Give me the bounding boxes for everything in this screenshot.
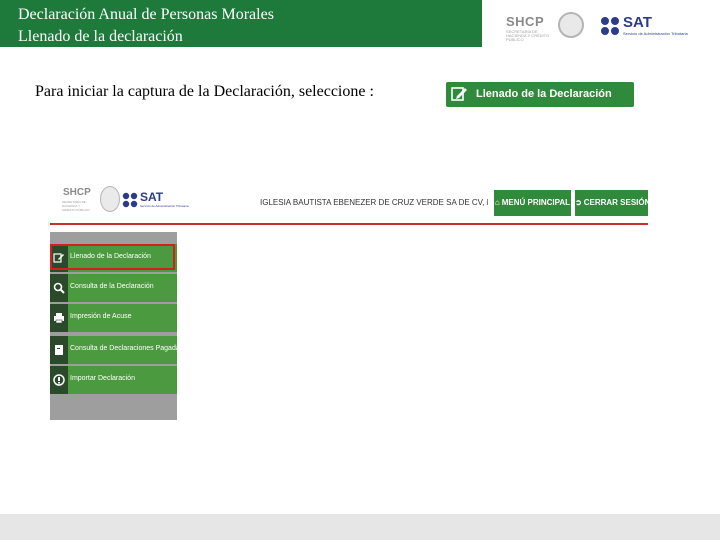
cerrar-sesion-button[interactable]: ➲ CERRAR SESIÓN [575,190,651,216]
shcp-logo-subtitle: SECRETARÍA DE HACIENDA Y CRÉDITO PÚBLICO [506,29,550,42]
footer-bar [0,514,720,540]
shcp-logo: SHCP [506,14,545,29]
logout-icon: ➲ [575,198,582,207]
sat-logo-subtitle: Servicio de Administración Tributaria [623,31,688,36]
edit-icon [451,87,467,101]
sat-logo: SAT [140,190,164,204]
menu-item-declaraciones-pagadas[interactable]: Consulta de Declaraciones Pagadas [50,336,183,364]
taxpayer-name: IGLESIA BAUTISTA EBENEZER DE CRUZ VERDE … [260,198,488,207]
sat-logo-icon [601,17,619,35]
menu-item-label: Consulta de Declaraciones Pagadas [70,345,184,352]
menu-item-label: Importar Declaración [70,375,135,382]
menu-principal-label: MENÚ PRINCIPAL [501,198,571,207]
header-logos: SHCP SECRETARÍA DE HACIENDA Y CRÉDITO PÚ… [482,0,720,47]
header-divider [50,223,648,225]
app-header: SHCP SECRETARÍA DE HACIENDA Y CRÉDITO PÚ… [50,183,650,223]
shcp-logo: SHCP [63,187,91,198]
menu-item-importar[interactable]: Importar Declaración [50,366,177,394]
page-title: Declaración Anual de Personas Morales [18,6,274,23]
instruction-text: Para iniciar la captura de la Declaració… [35,83,374,100]
sat-logo-subtitle: Servicio de Administración Tributaria [140,204,189,208]
menu-item-label: Consulta de la Declaración [70,283,154,290]
llenado-declaracion-label: Llenado de la Declaración [476,88,612,100]
menu-item-consulta[interactable]: Consulta de la Declaración [50,274,177,302]
cerrar-sesion-label: CERRAR SESIÓN [583,198,651,207]
printer-icon [54,313,64,324]
shcp-logo-subtitle: SECRETARÍA DE HACIENDA Y CRÉDITO PÚBLICO [62,200,90,212]
title-banner: Declaración Anual de Personas Morales Ll… [0,0,482,47]
page-subtitle: Llenado de la declaración [18,28,183,45]
selection-highlight [50,244,175,270]
llenado-declaracion-button[interactable]: Llenado de la Declaración [446,82,634,107]
mexico-seal-icon [100,186,120,212]
import-icon [53,374,65,386]
sat-logo-icon [122,192,138,208]
mexico-seal-icon [558,12,584,38]
home-icon: ⌂ [494,198,500,207]
menu-item-label: Impresión de Acuse [70,313,132,320]
document-icon [55,345,63,355]
menu-principal-button[interactable]: ⌂ MENÚ PRINCIPAL [494,190,571,216]
search-icon [53,282,65,294]
menu-item-impresion[interactable]: Impresión de Acuse [50,304,177,332]
sat-logo: SAT [623,14,652,31]
